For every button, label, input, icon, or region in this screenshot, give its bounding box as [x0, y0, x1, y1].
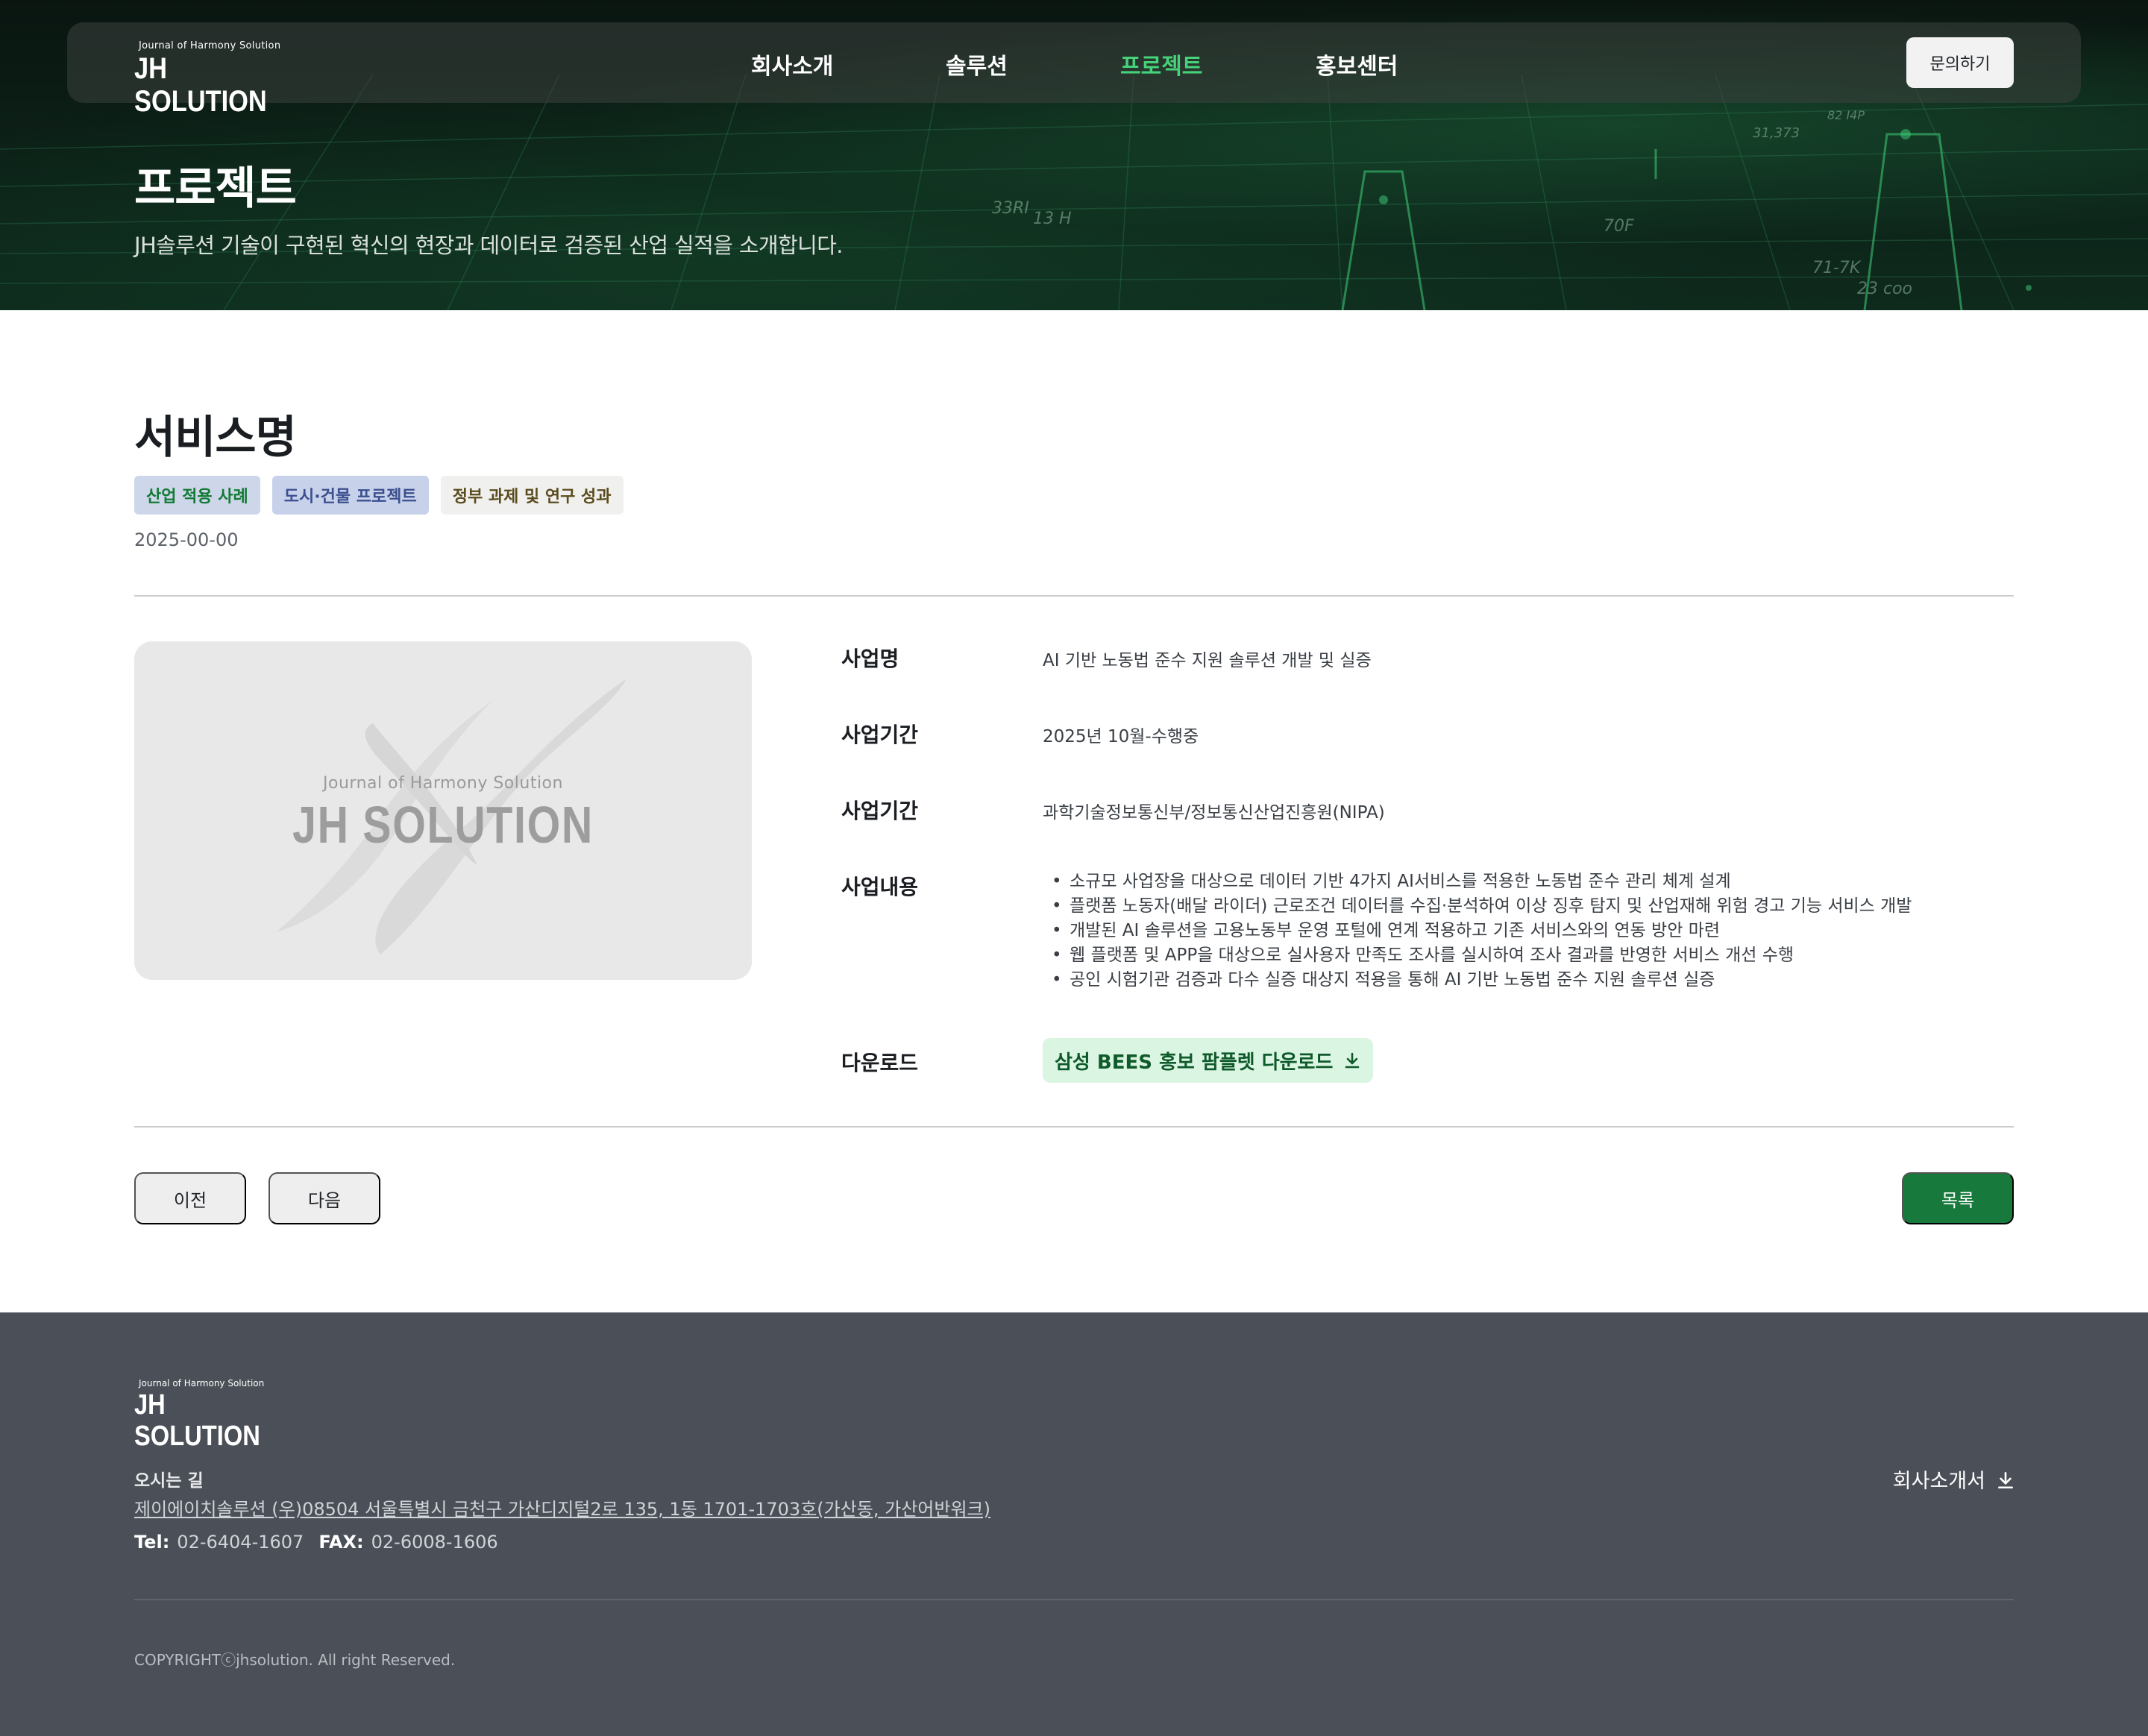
hero-bg-text: 33RI	[992, 199, 1029, 218]
hero-bg-text: 13 H	[1033, 210, 1072, 228]
fax-number: 02-6008-1606	[371, 1532, 498, 1553]
content-list: 소규모 사업장을 대상으로 데이터 기반 4가지 AI서비스를 적용한 노동법 …	[1052, 869, 1912, 993]
tag-government-research: 정부 과제 및 연구 성과	[440, 476, 624, 515]
copyright: COPYRIGHTⓒjhsolution. All right Reserved…	[134, 1651, 456, 1669]
fax-label: FAX:	[318, 1532, 364, 1553]
footer-logo-wordmark: JH SOLUTION	[134, 1389, 260, 1452]
site-logo[interactable]: Journal of Harmony Solution JH SOLUTION	[134, 40, 283, 118]
divider	[134, 595, 2014, 597]
contact-button[interactable]: 문의하기	[1906, 37, 2014, 88]
thumbnail-wordmark: JH SOLUTION	[292, 796, 594, 854]
divider	[134, 1126, 2014, 1128]
hero-bg-text: 31,373	[1753, 125, 1800, 141]
company-brochure-download[interactable]: 회사소개서	[1893, 1465, 2014, 1494]
directions-label: 오시는 길	[134, 1471, 204, 1491]
site-footer: Journal of Harmony Solution JH SOLUTION …	[0, 1312, 2148, 1736]
list-item: 공인 시험기관 검증과 다수 실증 대상지 적용을 통해 AI 기반 노동법 준…	[1052, 968, 1912, 993]
nav-item-pr-center[interactable]: 홍보센터	[1316, 48, 1398, 81]
hero-bg-text: 70F	[1604, 217, 1634, 236]
logo-tagline: Journal of Harmony Solution	[139, 40, 281, 51]
list-item: 플랫폼 노동자(배달 라이더) 근로조건 데이터를 수집·분석하여 이상 징후 …	[1052, 894, 1912, 919]
prev-button[interactable]: 이전	[134, 1172, 246, 1224]
field-value-organization: 과학기술정보통신부/정보통신산업진흥원(NIPA)	[1043, 803, 1385, 823]
list-item: 웹 플랫폼 및 APP을 대상으로 실사용자 만족도 조사를 실시하여 조사 결…	[1052, 943, 1912, 968]
list-button[interactable]: 목록	[1902, 1172, 2014, 1224]
nav-item-project[interactable]: 프로젝트	[1120, 48, 1202, 81]
thumbnail-tagline: Journal of Harmony Solution	[323, 774, 563, 793]
tag-city-building: 도시·건물 프로젝트	[271, 476, 429, 515]
field-label-organization: 사업기간	[841, 799, 919, 823]
field-label-content: 사업내용	[841, 875, 919, 899]
project-title: 서비스명	[134, 412, 297, 464]
footer-logo-tagline: Journal of Harmony Solution	[139, 1378, 265, 1389]
download-icon	[1343, 1051, 1361, 1069]
project-date: 2025-00-00	[134, 529, 239, 550]
logo-wordmark: JH SOLUTION	[134, 52, 267, 118]
hero-bg-text: 71-7K	[1812, 259, 1862, 277]
download-icon	[1996, 1471, 2014, 1488]
footer-divider	[134, 1599, 2014, 1600]
field-value-period: 2025년 10월-수행중	[1043, 727, 1199, 746]
project-thumbnail: Journal of Harmony Solution JH SOLUTION	[134, 641, 752, 980]
footer-logo[interactable]: Journal of Harmony Solution JH SOLUTION	[134, 1378, 283, 1452]
next-button[interactable]: 다음	[268, 1172, 380, 1224]
download-button-label: 삼성 BEES 홍보 팜플렛 다운로드	[1055, 1051, 1334, 1074]
list-item: 소규모 사업장을 대상으로 데이터 기반 4가지 AI서비스를 적용한 노동법 …	[1052, 869, 1912, 894]
list-item: 개발된 AI 솔루션을 고용노동부 운영 포털에 연계 적용하고 기존 서비스와…	[1052, 919, 1912, 943]
field-label-download: 다운로드	[841, 1051, 919, 1075]
address-link[interactable]: 제이에이치솔루션 (우)08504 서울특별시 금천구 가산디지털2로 135,…	[134, 1494, 990, 1520]
nav-item-solution[interactable]: 솔루션	[946, 48, 1008, 81]
tel-label: Tel:	[134, 1532, 170, 1553]
field-value-name: AI 기반 노동법 준수 지원 솔루션 개발 및 실증	[1043, 651, 1372, 670]
field-label-period: 사업기간	[841, 723, 919, 747]
nav-item-company[interactable]: 회사소개	[751, 48, 833, 81]
hero-bg-text: 23 coo	[1857, 280, 1912, 298]
tel-number: 02-6404-1607	[177, 1532, 304, 1553]
contact-info: Tel: 02-6404-1607 FAX: 02-6008-1606	[134, 1532, 498, 1553]
hero-title: 프로젝트	[134, 163, 297, 215]
brochure-download-button[interactable]: 삼성 BEES 홍보 팜플렛 다운로드	[1043, 1038, 1374, 1083]
tag-industry-case: 산업 적용 사례	[134, 476, 260, 515]
hero-bg-text: 82 I4P	[1827, 108, 1865, 122]
hero-banner: 33RI 13 H 31,373 82 I4P 70F 71-7K 23 coo…	[0, 0, 2148, 310]
hero-subtitle: JH솔루션 기술이 구현된 혁신의 현장과 데이터로 검증된 산업 실적을 소개…	[134, 233, 844, 258]
top-navbar: Journal of Harmony Solution JH SOLUTION …	[67, 22, 2081, 118]
field-label-name: 사업명	[841, 647, 899, 671]
tag-list: 산업 적용 사례 도시·건물 프로젝트 정부 과제 및 연구 성과	[134, 476, 624, 515]
brochure-label: 회사소개서	[1892, 1470, 1985, 1493]
